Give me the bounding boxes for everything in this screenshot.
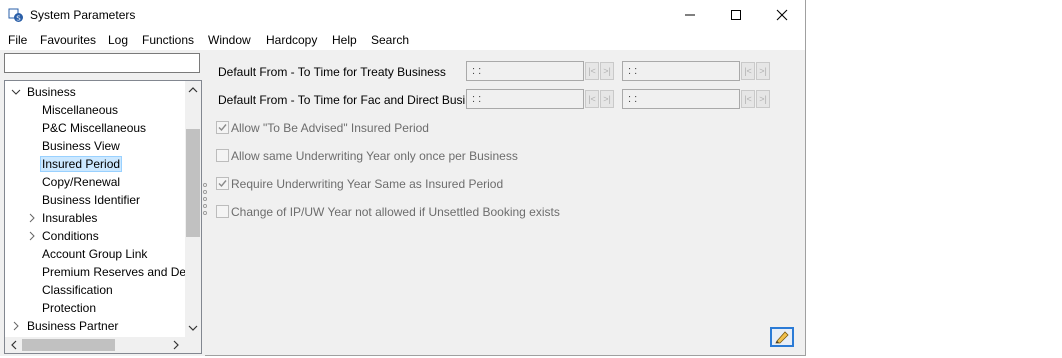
tree-vertical-scrollbar[interactable]	[185, 81, 201, 337]
menu-log[interactable]: Log	[108, 33, 128, 47]
tree-item-classification[interactable]: Classification	[40, 281, 115, 299]
tree-item-business-view[interactable]: Business View	[40, 137, 122, 155]
edit-button[interactable]	[770, 327, 794, 347]
treaty-time-label: Default From - To Time for Treaty Busine…	[218, 65, 446, 79]
navigation-pane: Business Miscellaneous P&C Miscellaneous…	[0, 50, 205, 356]
menu-file[interactable]: File	[8, 33, 27, 47]
menu-bar: File Favourites Log Functions Window Har…	[0, 30, 805, 50]
tree-item-miscellaneous[interactable]: Miscellaneous	[40, 101, 120, 119]
menu-favourites[interactable]: Favourites	[40, 33, 96, 47]
treaty-to-first-button[interactable]: |<	[741, 62, 755, 80]
tree-item-conditions[interactable]: Conditions	[27, 227, 101, 245]
chevron-right-icon[interactable]	[27, 227, 37, 245]
title-bar: S System Parameters	[0, 0, 805, 30]
same-uw-year-once-checkbox[interactable]	[216, 149, 229, 162]
fac-to-last-button[interactable]: >|	[756, 90, 770, 108]
svg-text:S: S	[16, 15, 21, 23]
treaty-from-time-input[interactable]: : :	[466, 61, 584, 81]
tree-item-copy-renewal[interactable]: Copy/Renewal	[40, 173, 122, 191]
allow-tba-checkbox[interactable]	[216, 121, 229, 134]
treaty-from-last-button[interactable]: >|	[600, 62, 614, 80]
ip-uw-change-label: Change of IP/UW Year not allowed if Unse…	[231, 205, 560, 219]
treaty-to-time-input[interactable]: : :	[622, 61, 740, 81]
fac-from-first-button[interactable]: |<	[585, 90, 599, 108]
horizontal-scroll-thumb[interactable]	[22, 339, 115, 351]
tree-item-insurables[interactable]: Insurables	[27, 209, 99, 227]
tree-item-business[interactable]: Business	[11, 83, 78, 101]
grip-dot	[203, 197, 207, 201]
tree-item-premium-reserves[interactable]: Premium Reserves and Depos	[40, 263, 201, 281]
menu-search[interactable]: Search	[371, 33, 409, 47]
require-uw-year-checkbox[interactable]	[216, 177, 229, 190]
tree-item-account-group-link[interactable]: Account Group Link	[40, 245, 149, 263]
scrollbar-corner	[185, 337, 201, 353]
fac-to-first-button[interactable]: |<	[741, 90, 755, 108]
app-icon: S	[8, 8, 23, 23]
grip-dot	[203, 183, 207, 187]
maximize-button[interactable]	[713, 0, 759, 30]
tree-horizontal-scrollbar[interactable]	[5, 337, 185, 353]
close-icon	[776, 9, 788, 21]
close-button[interactable]	[759, 0, 805, 30]
menu-functions[interactable]: Functions	[142, 33, 194, 47]
tree-item-business-partner[interactable]: Business Partner	[11, 317, 120, 335]
scroll-left-icon[interactable]	[7, 337, 21, 353]
grip-dot	[203, 190, 207, 194]
tree-item-insured-period[interactable]: Insured Period	[40, 155, 123, 173]
scroll-up-icon[interactable]	[185, 83, 201, 97]
allow-tba-label: Allow "To Be Advised" Insured Period	[231, 121, 429, 135]
require-uw-year-label: Require Underwriting Year Same as Insure…	[231, 177, 504, 191]
fac-from-time-input[interactable]: : :	[466, 89, 584, 109]
pencil-icon	[775, 331, 789, 344]
minimize-button[interactable]	[667, 0, 713, 30]
fac-direct-time-label: Default From - To Time for Fac and Direc…	[218, 93, 491, 107]
ip-uw-change-checkbox[interactable]	[216, 205, 229, 218]
fac-from-last-button[interactable]: >|	[600, 90, 614, 108]
chevron-right-icon[interactable]	[11, 317, 21, 335]
search-input[interactable]	[4, 53, 200, 73]
maximize-icon	[731, 10, 741, 20]
splitter-handle[interactable]	[203, 183, 207, 218]
scroll-right-icon[interactable]	[169, 337, 183, 353]
fac-to-time-input[interactable]: : :	[622, 89, 740, 109]
same-uw-year-once-label: Allow same Underwriting Year only once p…	[231, 149, 518, 163]
checkmark-icon	[218, 124, 227, 132]
system-parameters-window: S System Parameters File Favourites Log …	[0, 0, 806, 356]
chevron-down-icon[interactable]	[11, 83, 21, 101]
menu-help[interactable]: Help	[332, 33, 357, 47]
vertical-scroll-thumb[interactable]	[186, 129, 200, 237]
treaty-from-first-button[interactable]: |<	[585, 62, 599, 80]
menu-hardcopy[interactable]: Hardcopy	[266, 33, 317, 47]
menu-window[interactable]: Window	[208, 33, 251, 47]
tree-item-protection[interactable]: Protection	[40, 299, 98, 317]
checkmark-icon	[218, 180, 227, 188]
treaty-to-last-button[interactable]: >|	[756, 62, 770, 80]
window-title: System Parameters	[30, 8, 136, 22]
minimize-icon	[685, 14, 695, 16]
tree-item-business-identifier[interactable]: Business Identifier	[40, 191, 142, 209]
parameter-tree: Business Miscellaneous P&C Miscellaneous…	[4, 80, 202, 354]
tree-item-pc-miscellaneous[interactable]: P&C Miscellaneous	[40, 119, 148, 137]
chevron-right-icon[interactable]	[27, 209, 37, 227]
grip-dot	[203, 204, 207, 208]
scroll-down-icon[interactable]	[185, 321, 201, 335]
grip-dot	[203, 211, 207, 215]
